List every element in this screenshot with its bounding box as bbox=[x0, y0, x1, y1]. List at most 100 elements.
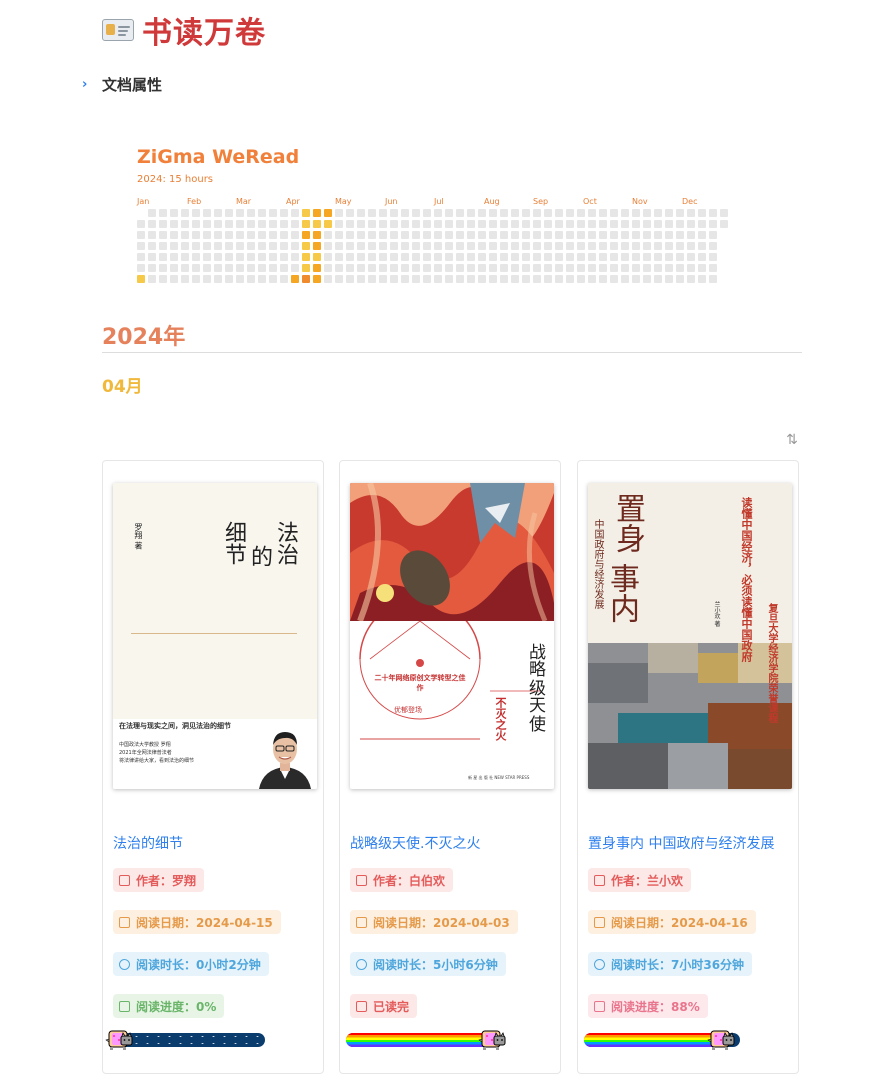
heatmap-day-cell bbox=[489, 231, 497, 239]
cover-slogan: 读懂中国经济，必须读懂中国政府 bbox=[740, 497, 753, 662]
heatmap-day-cell bbox=[698, 264, 706, 272]
nyan-progress-bar bbox=[584, 1030, 740, 1050]
cover-title-2: 事内 bbox=[604, 563, 639, 623]
heatmap-day-cell bbox=[192, 220, 200, 228]
book-card[interactable]: 置身 事内 中国政府与经济发展 读懂中国经济，必须读懂中国政府 复旦大学经济学院… bbox=[577, 460, 799, 1074]
heatmap-day-cell bbox=[302, 231, 310, 239]
heatmap-day-cell bbox=[467, 231, 475, 239]
heatmap-day-cell bbox=[159, 220, 167, 228]
heatmap-day-cell bbox=[401, 209, 409, 217]
heatmap-day-cell bbox=[577, 275, 585, 283]
heatmap-day-cell bbox=[445, 253, 453, 261]
heatmap-day-cell bbox=[214, 264, 222, 272]
author-text: 作者：兰小欢 bbox=[611, 873, 684, 888]
heatmap-day-cell bbox=[236, 231, 244, 239]
checkbox-icon bbox=[356, 1000, 367, 1012]
heatmap-day-cell bbox=[258, 242, 266, 250]
heatmap-day-cell bbox=[247, 231, 255, 239]
heatmap-day-cell bbox=[181, 264, 189, 272]
heatmap-day-cell bbox=[632, 264, 640, 272]
heatmap-day-cell bbox=[170, 242, 178, 250]
heatmap-day-cell bbox=[654, 220, 662, 228]
heatmap-day-cell bbox=[280, 231, 288, 239]
heatmap-day-cell bbox=[522, 275, 530, 283]
heatmap-day-cell bbox=[478, 264, 486, 272]
heatmap-day-cell bbox=[544, 264, 552, 272]
heatmap-day-cell bbox=[632, 242, 640, 250]
heatmap-day-cell bbox=[500, 264, 508, 272]
heatmap-day-cell bbox=[291, 253, 299, 261]
heatmap-day-cell bbox=[401, 253, 409, 261]
heatmap-day-cell bbox=[137, 220, 145, 228]
heatmap-day-cell bbox=[269, 242, 277, 250]
heatmap-day-cell bbox=[225, 231, 233, 239]
book-cover[interactable]: 二十年网络原创文学转型之佳作 优郁登场 战略 级天 使 不灭之火 新 星 出 版… bbox=[350, 483, 554, 789]
heatmap-day-cell bbox=[709, 275, 717, 283]
heatmap-day-cell bbox=[709, 231, 717, 239]
heatmap-day-cell bbox=[533, 253, 541, 261]
heatmap-day-cell bbox=[390, 253, 398, 261]
heatmap-day-cell bbox=[643, 209, 651, 217]
heatmap-day-cell bbox=[533, 231, 541, 239]
heatmap-day-cell bbox=[577, 220, 585, 228]
date-text: 阅读日期：2024-04-03 bbox=[373, 915, 510, 930]
heatmap-day-cell bbox=[390, 242, 398, 250]
heatmap-day-cell bbox=[181, 253, 189, 261]
heatmap-day-cell bbox=[665, 220, 673, 228]
heatmap-subtitle: 2024: 15 hours bbox=[137, 174, 214, 185]
heatmap-day-cell bbox=[621, 231, 629, 239]
heatmap-day-cell bbox=[588, 264, 596, 272]
book-card[interactable]: 法治 的 细节 罗翔 著 在法理与现实之间，洞见法治的细节 中国政法大学教授 罗… bbox=[102, 460, 324, 1074]
author-text: 作者：白伯欢 bbox=[373, 873, 446, 888]
book-title-link[interactable]: 战略级天使.不灭之火 bbox=[350, 833, 480, 853]
heatmap-day-cell bbox=[566, 275, 574, 283]
heatmap-day-cell bbox=[390, 231, 398, 239]
heatmap-day-cell bbox=[500, 253, 508, 261]
heatmap-day-cell bbox=[214, 220, 222, 228]
heatmap-day-cell bbox=[621, 275, 629, 283]
heatmap-day-cell bbox=[335, 231, 343, 239]
document-properties-label: 文档属性 bbox=[102, 76, 163, 94]
heatmap-day-cell bbox=[676, 275, 684, 283]
heatmap-day-cell bbox=[225, 253, 233, 261]
person-icon bbox=[594, 874, 605, 886]
book-title-link[interactable]: 法治的细节 bbox=[113, 833, 183, 853]
heatmap-day-cell bbox=[687, 253, 695, 261]
heatmap-day-cell bbox=[335, 275, 343, 283]
heatmap-day-cell bbox=[445, 209, 453, 217]
heatmap-day-cell bbox=[159, 231, 167, 239]
heatmap-day-cell bbox=[610, 220, 618, 228]
book-title-link[interactable]: 置身事内 中国政府与经济发展 bbox=[588, 833, 774, 853]
heatmap-day-cell bbox=[247, 264, 255, 272]
heatmap-day-cell bbox=[434, 275, 442, 283]
heatmap-day-cell bbox=[478, 231, 486, 239]
heatmap-day-cell bbox=[709, 253, 717, 261]
heatmap-day-cell bbox=[401, 220, 409, 228]
heatmap-day-cell bbox=[258, 253, 266, 261]
heatmap-day-cell bbox=[258, 231, 266, 239]
book-cover[interactable]: 置身 事内 中国政府与经济发展 读懂中国经济，必须读懂中国政府 复旦大学经济学院… bbox=[588, 483, 792, 789]
date-text: 阅读日期：2024-04-16 bbox=[611, 915, 748, 930]
cover-author: 兰小欢 著 bbox=[713, 601, 720, 627]
heatmap-day-cell bbox=[335, 220, 343, 228]
heatmap-day-cell bbox=[181, 220, 189, 228]
heatmap-day-cell bbox=[632, 231, 640, 239]
heatmap-day-cell bbox=[654, 242, 662, 250]
document-properties-toggle[interactable]: › 文档属性 bbox=[82, 74, 162, 95]
heatmap-day-cell bbox=[588, 220, 596, 228]
heatmap-day-cell bbox=[632, 275, 640, 283]
date-tag: 阅读日期：2024-04-16 bbox=[588, 910, 756, 934]
sort-arrows-icon[interactable]: ⇅ bbox=[783, 432, 801, 448]
heatmap-day-cell bbox=[610, 242, 618, 250]
heatmap-day-cell bbox=[445, 264, 453, 272]
heatmap-day-cell bbox=[423, 264, 431, 272]
cover-subtitle: 中国政府与经济发展 bbox=[592, 519, 603, 609]
heatmap-day-cell bbox=[478, 253, 486, 261]
heatmap-day-cell bbox=[610, 264, 618, 272]
book-cover[interactable]: 法治 的 细节 罗翔 著 在法理与现实之间，洞见法治的细节 中国政法大学教授 罗… bbox=[113, 483, 317, 789]
heatmap-day-cell bbox=[401, 242, 409, 250]
heatmap-day-cell bbox=[665, 242, 673, 250]
book-card[interactable]: 二十年网络原创文学转型之佳作 优郁登场 战略 级天 使 不灭之火 新 星 出 版… bbox=[339, 460, 561, 1074]
heatmap-day-cell bbox=[500, 231, 508, 239]
heatmap-day-cell bbox=[280, 275, 288, 283]
